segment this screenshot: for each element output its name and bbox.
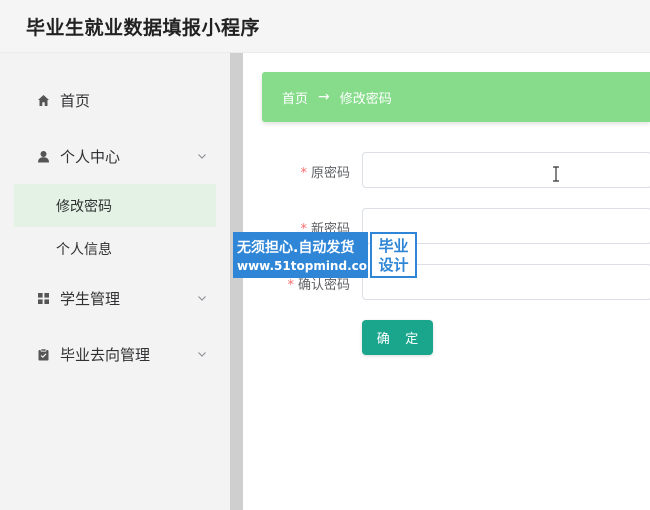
home-icon xyxy=(36,93,50,107)
chevron-down-icon xyxy=(196,346,208,358)
required-asterisk: * xyxy=(300,166,307,181)
app-window: 毕业生就业数据填报小程序 首页 个人中心 修改密码 个人信息 学生管理 毕业去向… xyxy=(0,0,650,510)
sidebar-item-personal-center[interactable]: 个人中心 xyxy=(14,128,216,184)
sidebar-item-home[interactable]: 首页 xyxy=(14,72,216,128)
text-cursor-icon xyxy=(552,166,560,182)
watermark-badge-line1: 毕业 xyxy=(378,237,409,255)
sidebar-subitem-label: 修改密码 xyxy=(56,198,112,215)
sidebar-scrollbar[interactable] xyxy=(230,53,243,510)
confirm-button[interactable]: 确 定 xyxy=(362,320,433,355)
sidebar-item-label: 首页 xyxy=(60,91,91,110)
sidebar-item-student-management[interactable]: 学生管理 xyxy=(14,270,216,326)
chevron-down-icon xyxy=(196,290,208,302)
app-title: 毕业生就业数据填报小程序 xyxy=(26,17,261,39)
watermark-url: www.51topmind.com xyxy=(237,259,380,273)
arrow-right-icon: → xyxy=(318,89,330,105)
breadcrumb-home-link[interactable]: 首页 xyxy=(282,88,308,107)
sidebar-item-graduation-destination[interactable]: 毕业去向管理 xyxy=(14,326,216,382)
sidebar-subitem-change-password[interactable]: 修改密码 xyxy=(14,184,216,227)
sidebar-menu: 首页 个人中心 修改密码 个人信息 学生管理 毕业去向管理 xyxy=(14,72,216,382)
watermark-overlay: 无须担心.自动发货 www.51topmind.com 毕业 设计 xyxy=(233,232,417,278)
user-icon xyxy=(36,149,50,163)
confirm-password-label-text: 确认密码 xyxy=(297,278,350,293)
top-bar: 毕业生就业数据填报小程序 xyxy=(0,0,650,53)
watermark-slogan: 无须担心.自动发货 xyxy=(237,240,355,256)
breadcrumb: 首页 → 修改密码 xyxy=(262,72,650,122)
old-password-label-text: 原密码 xyxy=(310,166,350,181)
watermark-badge-line2: 设计 xyxy=(378,256,409,274)
old-password-label: * 原密码 xyxy=(300,162,350,181)
sidebar-subitem-label: 个人信息 xyxy=(56,241,112,258)
sidebar-subitem-personal-info[interactable]: 个人信息 xyxy=(14,227,216,270)
grid-icon xyxy=(36,291,50,305)
watermark-banner: 无须担心.自动发货 www.51topmind.com xyxy=(233,232,380,278)
sidebar-item-label: 学生管理 xyxy=(60,289,121,308)
clipboard-icon xyxy=(36,347,50,361)
chevron-down-icon xyxy=(196,148,208,160)
old-password-row: * 原密码 xyxy=(262,152,650,188)
required-asterisk: * xyxy=(287,278,294,293)
old-password-input[interactable] xyxy=(362,152,650,188)
sidebar-item-label: 毕业去向管理 xyxy=(60,345,151,364)
sidebar-item-label: 个人中心 xyxy=(60,147,121,166)
breadcrumb-current: 修改密码 xyxy=(339,91,392,107)
watermark-badge: 毕业 设计 xyxy=(370,232,417,278)
